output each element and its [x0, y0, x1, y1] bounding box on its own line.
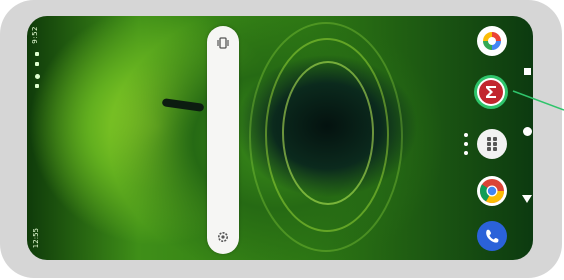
highlight-ring [474, 75, 508, 109]
phone-icon[interactable] [477, 221, 507, 251]
notification-icon [35, 52, 39, 56]
volume-panel[interactable] [207, 26, 239, 254]
battery-status: 12:55 [32, 227, 40, 248]
sigma-calculator-icon[interactable] [479, 80, 503, 104]
notification-icon [35, 84, 39, 88]
settings-icon[interactable] [216, 230, 230, 244]
back-button[interactable] [522, 195, 532, 204]
chrome-icon[interactable] [477, 176, 507, 206]
status-time: 9:52 [31, 26, 39, 44]
home-screen: 9:52 12:55 [27, 16, 533, 260]
recents-button[interactable] [524, 68, 531, 75]
google-photos-icon[interactable] [477, 26, 507, 56]
status-bar: 9:52 12:55 [31, 22, 45, 252]
vibrate-icon[interactable] [216, 36, 230, 50]
notification-icon [35, 74, 40, 79]
app-grid-icon[interactable] [477, 129, 507, 159]
wallpaper-ripple [282, 61, 374, 205]
more-options-icon[interactable] [463, 133, 469, 155]
home-button[interactable] [523, 127, 532, 136]
notification-icon [35, 62, 39, 66]
water-drop [161, 98, 205, 112]
